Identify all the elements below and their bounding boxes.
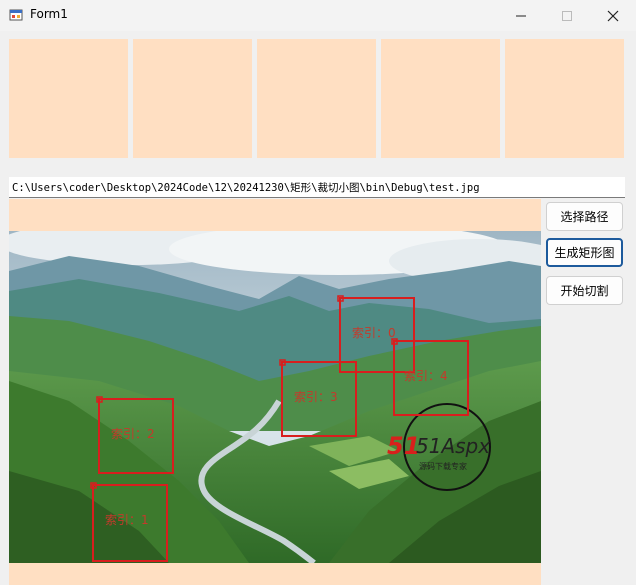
path-input-value: C:\Users\coder\Desktop\2024Code\12\20241… (12, 182, 480, 194)
title-bar: Form1 (0, 0, 636, 31)
generate-rects-button[interactable]: 生成矩形图 (546, 238, 623, 267)
thumbnail-box-0 (9, 39, 128, 158)
landscape-photo: 51 51Aspx 源码下载专家 索引：0 索引：1 索引：2 索引：3 索引：… (9, 231, 541, 563)
landscape-image: 51 51Aspx 源码下载专家 索引：0 索引：1 索引：2 索引：3 索引：… (9, 231, 541, 563)
region-2-label: 索引：2 (111, 427, 155, 441)
region-3-label: 索引：3 (294, 390, 338, 404)
region-0-label: 索引：0 (352, 326, 396, 340)
region-4-label: 索引：4 (404, 369, 448, 383)
app-icon (9, 9, 23, 21)
maximize-icon (562, 10, 572, 21)
path-input[interactable]: C:\Users\coder\Desktop\2024Code\12\20241… (9, 177, 625, 198)
minimize-button[interactable] (498, 0, 544, 31)
maximize-button[interactable] (544, 0, 590, 31)
thumbnail-box-1 (133, 39, 252, 158)
region-1-label: 索引：1 (105, 513, 149, 527)
thumbnail-box-4 (505, 39, 624, 158)
thumbnail-box-3 (381, 39, 500, 158)
select-path-button[interactable]: 选择路径 (546, 202, 623, 231)
close-icon (607, 10, 619, 21)
thumbnail-box-2 (257, 39, 376, 158)
window-title: Form1 (30, 7, 68, 21)
close-button[interactable] (590, 0, 636, 31)
minimize-icon (516, 15, 526, 16)
start-cut-button[interactable]: 开始切割 (546, 276, 623, 305)
watermark-logo-text: 51Aspx (416, 434, 490, 458)
watermark-sub-text: 源码下载专家 (419, 461, 467, 471)
main-picture-box[interactable]: 51 51Aspx 源码下载专家 索引：0 索引：1 索引：2 索引：3 索引：… (9, 199, 541, 585)
